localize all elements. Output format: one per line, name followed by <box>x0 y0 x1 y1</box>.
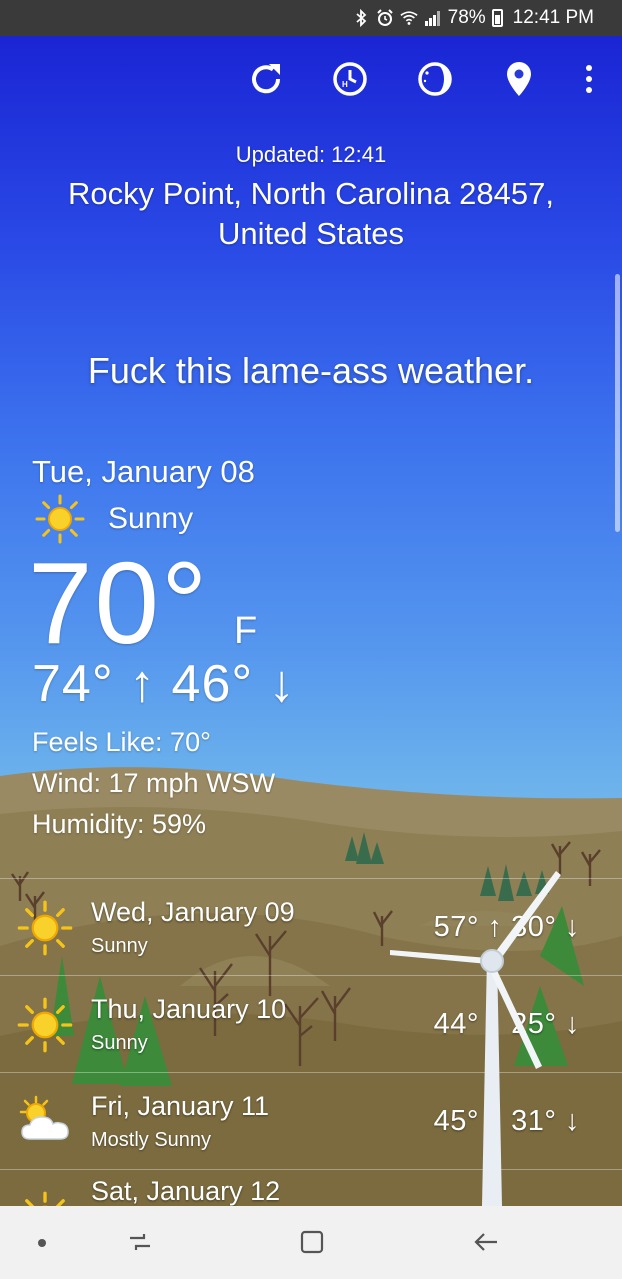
weather-screen: H Updated: 12:41 Rocky Point, North Caro… <box>0 36 622 1206</box>
sun-icon <box>16 899 74 957</box>
alarm-icon <box>376 8 394 28</box>
sun-icon <box>16 996 74 1054</box>
hourly-clock-icon: H <box>331 60 369 103</box>
current-date: Tue, January 08 <box>32 454 255 489</box>
updated-time: Updated: 12:41 <box>235 142 387 167</box>
wind: Wind: 17 mph WSW <box>32 768 276 798</box>
nav-dot-button[interactable] <box>22 1224 62 1264</box>
forecast-day: Fri, January 11 <box>91 1091 270 1121</box>
location-button[interactable] <box>494 56 544 106</box>
sun-icon <box>16 1190 74 1206</box>
home-button[interactable] <box>292 1224 332 1264</box>
toolbar: H <box>0 56 622 106</box>
back-icon <box>472 1228 500 1261</box>
wifi-icon <box>400 8 418 28</box>
battery-icon <box>491 9 503 27</box>
forecast-temps: 45° ↑ 31° ↓ <box>433 1105 580 1137</box>
current-condition: Sunny <box>108 502 194 535</box>
scrollbar[interactable] <box>615 274 620 532</box>
more-vert-icon <box>584 64 594 99</box>
recents-button[interactable] <box>120 1224 160 1264</box>
forecast-day: Sat, January 12 <box>91 1176 281 1206</box>
current-conditions: Tue, January 08 Sunny 70° F 74° ↑ 46° ↓ <box>28 454 432 845</box>
current-condition-row: Sunny <box>32 494 432 544</box>
forecast-day: Wed, January 09 <box>91 897 295 927</box>
home-icon <box>298 1228 326 1261</box>
refresh-icon <box>247 60 285 103</box>
bluetooth-icon <box>352 8 370 28</box>
refresh-button[interactable] <box>241 56 291 106</box>
forecast-row[interactable]: Fri, January 11 Mostly Sunny 45° ↑ 31° ↓ <box>0 1072 622 1169</box>
forecast-row[interactable]: Wed, January 09 Sunny 57° ↑ 30° ↓ <box>0 878 622 975</box>
forecast-condition: Sunny <box>91 1032 148 1054</box>
forecast-temps: 57° ↑ 30° ↓ <box>433 911 580 943</box>
partly-cloudy-icon <box>16 1093 74 1151</box>
forecast-day: Thu, January 10 <box>91 994 287 1024</box>
battery-percent: 78% <box>447 7 486 28</box>
back-button[interactable] <box>466 1224 506 1264</box>
moon-phase-button[interactable] <box>410 56 460 106</box>
svg-text:H: H <box>342 80 348 89</box>
status-bar: 78% 12:41 PM <box>0 0 622 36</box>
temp-unit: F <box>234 610 258 652</box>
signal-icon <box>424 8 442 28</box>
current-temperature: 70° F <box>28 542 432 661</box>
hourly-button[interactable]: H <box>325 56 375 106</box>
humidity: Humidity: 59% <box>32 809 207 839</box>
forecast-list: Wed, January 09 Sunny 57° ↑ 30° ↓ Thu, J… <box>0 878 622 1206</box>
clock: 12:41 PM <box>512 7 594 28</box>
weather-tagline: Fuck this lame-ass weather. <box>87 350 535 391</box>
overflow-menu-button[interactable] <box>564 56 614 106</box>
forecast-row[interactable]: Sat, January 12 <box>0 1169 622 1206</box>
navigation-bar <box>0 1206 622 1279</box>
forecast-condition: Mostly Sunny <box>91 1129 212 1151</box>
forecast-row[interactable]: Thu, January 10 Sunny 44° ↑ 25° ↓ <box>0 975 622 1072</box>
recents-icon <box>126 1228 154 1261</box>
forecast-condition: Sunny <box>91 935 148 957</box>
location-name: Rocky Point, North Carolina 28457, Unite… <box>68 176 554 251</box>
forecast-temps: 44° ↑ 25° ↓ <box>433 1008 580 1040</box>
feels-like: Feels Like: 70° <box>32 727 211 757</box>
moon-icon <box>416 60 454 103</box>
nav-dot-icon <box>37 1235 47 1253</box>
current-temp-value: 70° <box>28 538 210 668</box>
location-pin-icon <box>504 60 534 103</box>
current-details: Feels Like: 70° Wind: 17 mph WSW Humidit… <box>32 722 432 845</box>
